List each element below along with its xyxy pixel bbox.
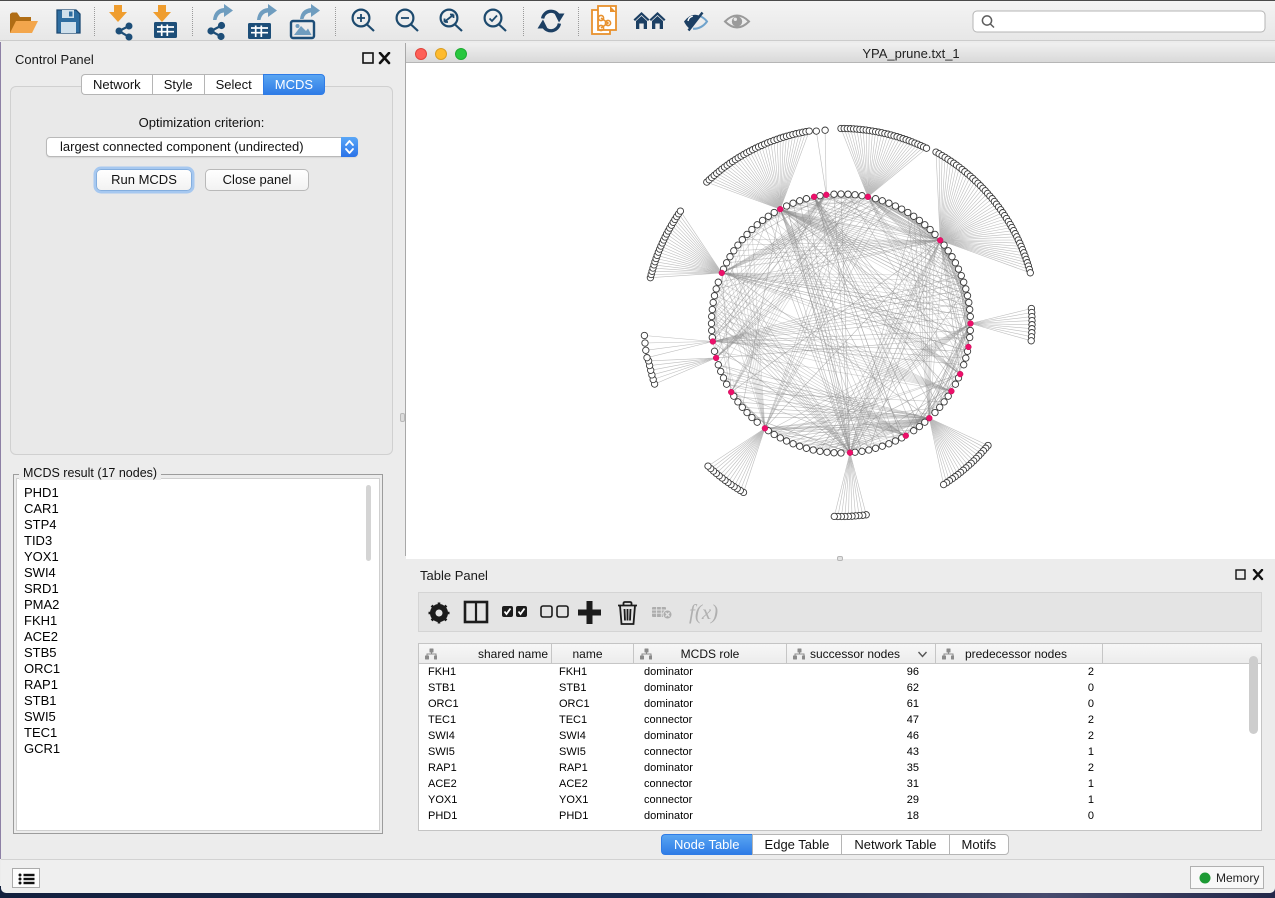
svg-text:f(x): f(x)	[689, 600, 718, 624]
